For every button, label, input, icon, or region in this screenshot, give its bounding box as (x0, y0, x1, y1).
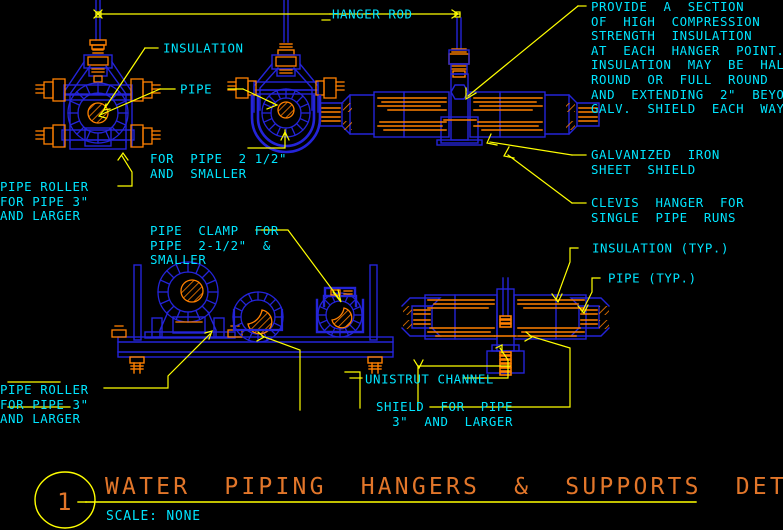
note-high-compression-insulation: PROVIDE A SECTION OF HIGH COMPRESSION ST… (591, 0, 783, 117)
note-pipe-roller-lower: PIPE ROLLER FOR PIPE 3" AND LARGER (0, 382, 89, 427)
note-pipe-clamp: PIPE CLAMP FOR PIPE 2-1/2" & SMALLER (150, 223, 279, 268)
detail-insulated-pipe-channel (401, 277, 610, 376)
cad-drawing-canvas: HANGER ROD INSULATION PIPE PROVIDE A SEC… (0, 0, 783, 530)
label-pipe-typ: PIPE (TYP.) (608, 270, 697, 286)
note-clevis-hanger: CLEVIS HANGER FOR SINGLE PIPE RUNS (591, 195, 745, 225)
detail-clevis-hanger (227, 0, 345, 154)
label-unistrut-channel: UNISTRUT CHANNEL (365, 371, 494, 387)
detail-hanger-shield-elevation (319, 17, 600, 146)
detail-unistrut-channel (111, 261, 394, 374)
label-hanger-rod: HANGER ROD (332, 6, 413, 22)
detail-title: WATER PIPING HANGERS & SUPPORTS DETAIL (105, 474, 783, 500)
detail-number: 1 (57, 488, 72, 516)
label-insulation-typ: INSULATION (TYP.) (592, 240, 730, 256)
label-insulation: INSULATION (163, 40, 244, 56)
note-shield-for-pipe: SHIELD FOR PIPE 3" AND LARGER (376, 399, 514, 429)
note-galvanized-iron-sheet-shield: GALVANIZED IRON SHEET SHIELD (591, 147, 720, 177)
note-pipe-roller-upper: PIPE ROLLER FOR PIPE 3" AND LARGER (0, 179, 89, 224)
note-for-pipe-2-half-and-smaller: FOR PIPE 2 1/2" AND SMALLER (150, 151, 288, 181)
detail-pipe-roller-upper (35, 0, 161, 150)
detail-scale: SCALE: NONE (106, 509, 201, 524)
label-pipe: PIPE (180, 81, 213, 97)
